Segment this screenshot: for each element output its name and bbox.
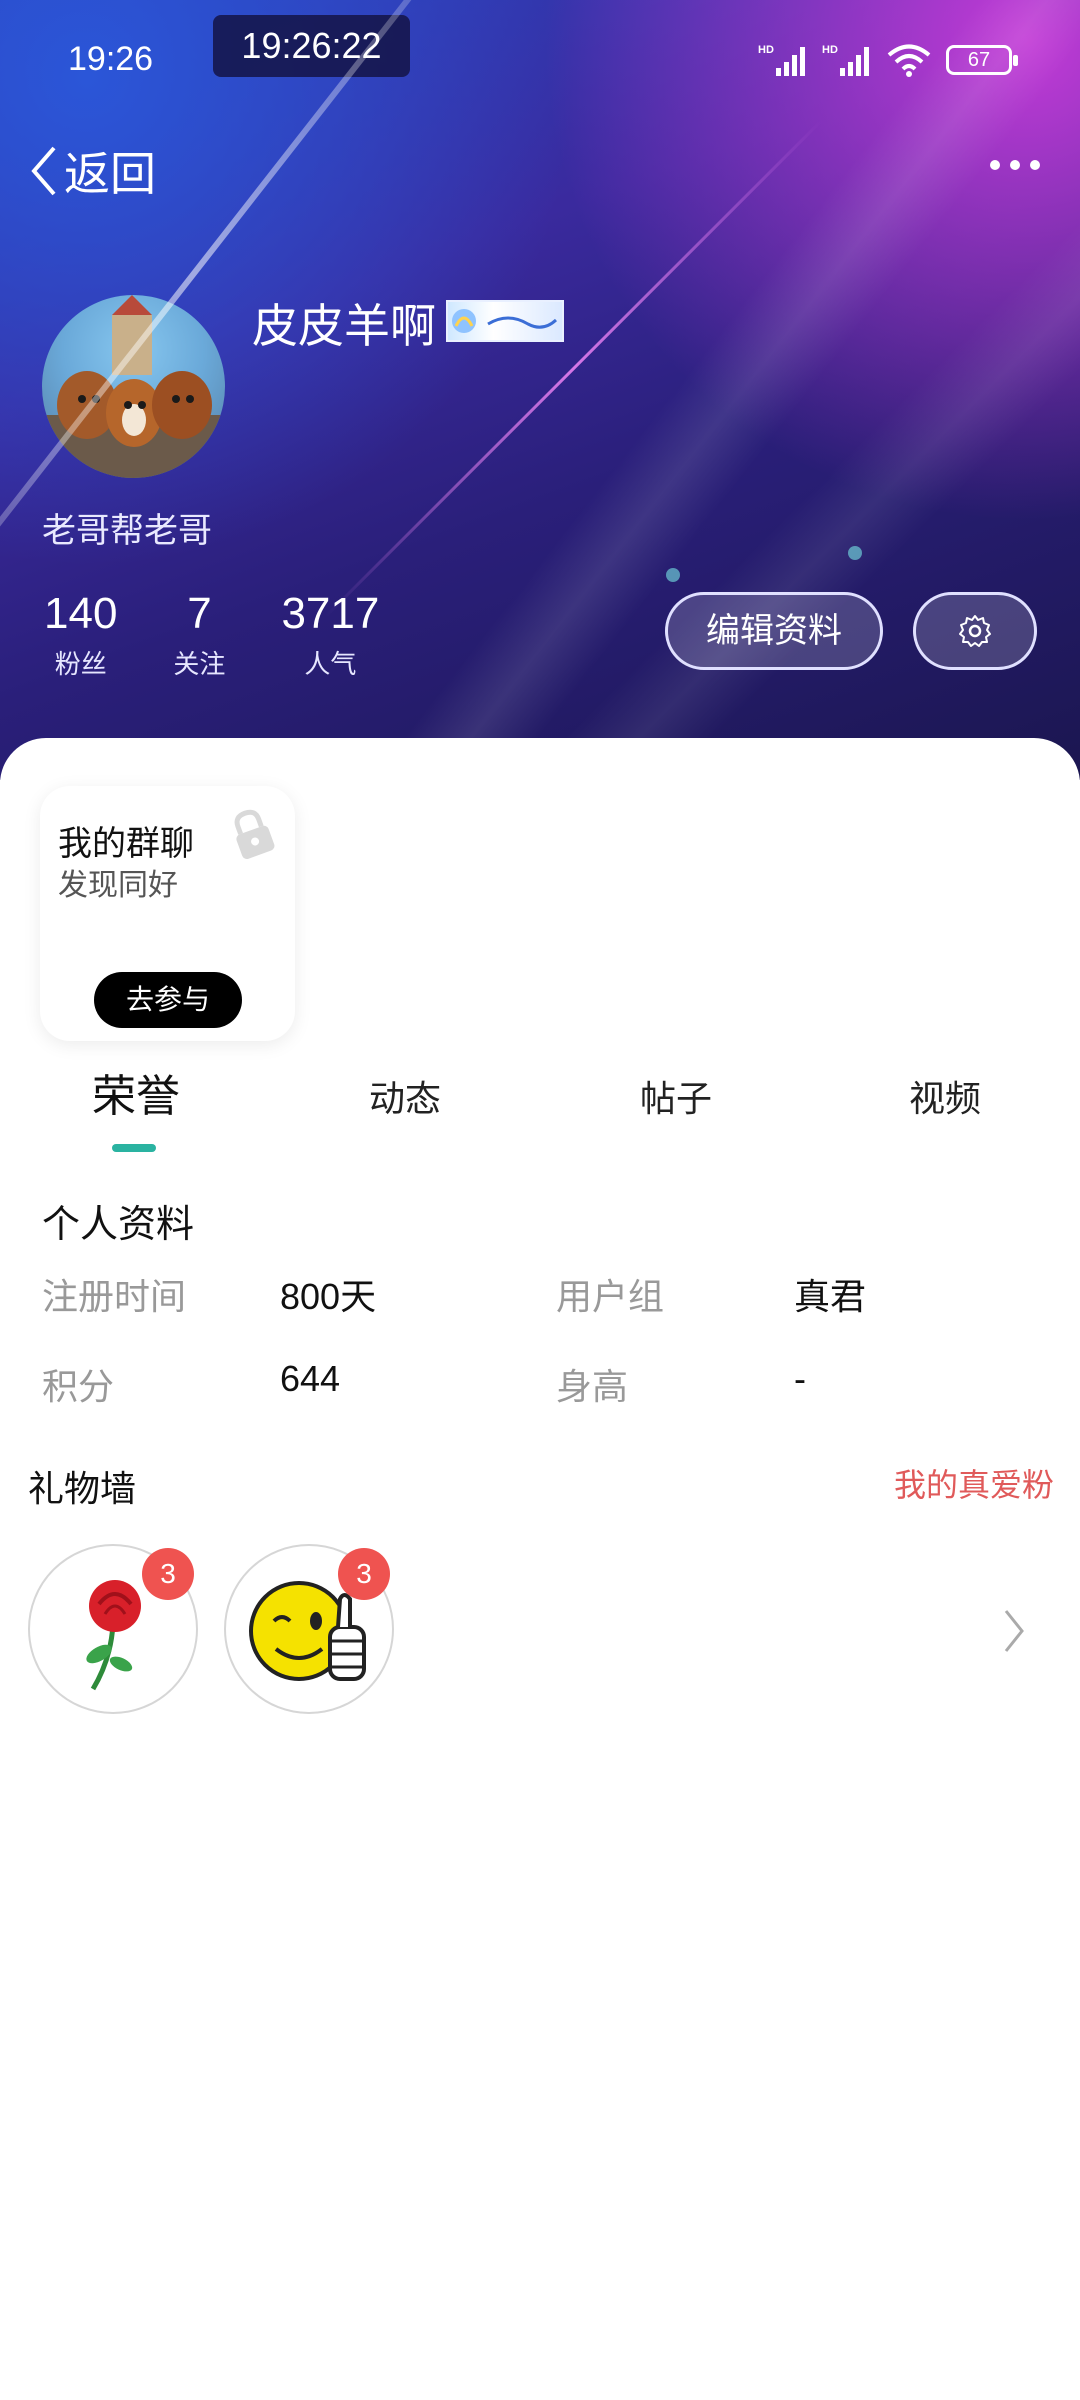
info-label-user-group: 用户组 [556, 1277, 665, 1318]
back-button[interactable]: 返回 [28, 138, 156, 204]
tab-activity[interactable]: 动态 [369, 1070, 441, 1122]
chevron-right-icon[interactable] [1002, 1608, 1026, 1654]
back-label: 返回 [64, 147, 156, 201]
info-value-user-group: 真君 [794, 1277, 867, 1318]
svg-text:HD: HD [758, 44, 774, 56]
edit-profile-button[interactable]: 编辑资料 [665, 592, 883, 670]
stat-popularity-value: 3717 [281, 589, 380, 638]
wifi-icon [887, 44, 931, 77]
username: 皮皮羊啊 [252, 299, 436, 353]
stat-following-value: 7 [187, 589, 212, 638]
decorative-streak [325, 120, 823, 618]
more-dot [990, 160, 1000, 170]
more-dot [1010, 160, 1020, 170]
stat-following-label: 关注 [173, 650, 226, 680]
stat-following[interactable]: 7 关注 [173, 590, 225, 681]
gear-icon [959, 615, 991, 647]
gift-count-badge: 3 [338, 1548, 390, 1600]
profile-tabs: 荣誉 动态 帖子 视频 [0, 1064, 1080, 1164]
gift-wall-title: 礼物墙 [28, 1469, 137, 1510]
group-chat-card[interactable]: 我的群聊 发现同好 去参与 [40, 786, 295, 1041]
gift-item[interactable]: 3 [28, 1544, 198, 1714]
stat-popularity-label: 人气 [304, 650, 357, 680]
stat-fans-label: 粉丝 [54, 650, 107, 680]
info-value-points: 644 [280, 1358, 341, 1399]
more-dot [1030, 160, 1040, 170]
group-chat-subtitle: 发现同好 [58, 868, 178, 903]
avatar-image [42, 295, 225, 478]
content-sheet: 我的群聊 发现同好 去参与 荣誉 动态 帖子 视频 个人资料 注册时间 800天… [0, 738, 1080, 2400]
info-label-points: 积分 [42, 1367, 115, 1408]
lock-icon [234, 809, 275, 860]
chevron-left-icon [31, 146, 56, 196]
avatar[interactable] [42, 295, 225, 478]
svg-text:HD: HD [822, 44, 838, 56]
info-value-register-time: 800天 [280, 1276, 377, 1317]
battery-icon: 67 [946, 45, 1018, 75]
info-value-height: - [794, 1358, 806, 1399]
stat-fans-value: 140 [44, 589, 118, 638]
signal-hd-icon: HD [758, 44, 805, 76]
active-tab-indicator [112, 1144, 156, 1152]
floating-clock: 19:26:22 [213, 15, 410, 77]
personal-info-title: 个人资料 [42, 1202, 195, 1246]
settings-button[interactable] [913, 592, 1037, 670]
more-options-button[interactable] [990, 160, 1040, 170]
info-label-register-time: 注册时间 [42, 1277, 187, 1318]
stat-popularity[interactable]: 3717 人气 [281, 590, 379, 681]
signal-hd-icon: HD [822, 44, 869, 76]
join-group-button[interactable]: 去参与 [94, 972, 242, 1028]
tab-posts[interactable]: 帖子 [640, 1070, 712, 1122]
status-icons: HD HD 67 [758, 42, 1018, 78]
decorative-dot [848, 546, 862, 560]
user-badge-icon [446, 300, 564, 342]
tab-honor[interactable]: 荣誉 [92, 1060, 180, 1124]
status-time: 19:26 [68, 40, 154, 78]
gift-item[interactable]: 3 [224, 1544, 394, 1714]
stat-fans[interactable]: 140 粉丝 [44, 590, 117, 681]
info-label-height: 身高 [556, 1367, 629, 1408]
true-fans-link[interactable]: 我的真爱粉 [894, 1460, 1054, 1506]
gift-count-badge: 3 [142, 1548, 194, 1600]
tab-videos[interactable]: 视频 [909, 1070, 981, 1122]
decorative-dot [666, 568, 680, 582]
user-signature: 老哥帮老哥 [42, 511, 212, 551]
profile-header: 19:26 19:26:22 HD HD 67 返回 皮皮羊啊 老哥帮老哥 14… [0, 0, 1080, 780]
group-chat-title: 我的群聊 [58, 824, 194, 864]
profile-stats: 140 粉丝 7 关注 3717 人气 [44, 590, 435, 681]
